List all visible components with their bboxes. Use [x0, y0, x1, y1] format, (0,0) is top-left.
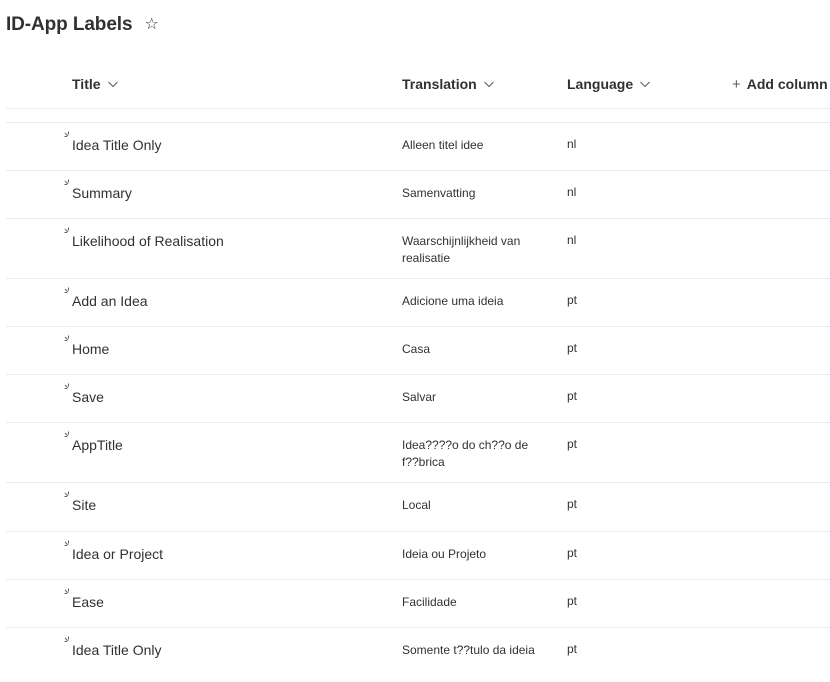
row-translation: Casa: [402, 342, 431, 356]
table-row[interactable]: AppTitle Idea????o do ch??o de f??brica pt: [6, 423, 830, 483]
row-title[interactable]: Add an Idea: [72, 293, 148, 309]
column-header-translation[interactable]: Translation: [402, 60, 495, 108]
row-translation: Waarschijnlijkheid van realisatie: [402, 234, 521, 265]
table-row[interactable]: Summary Samenvatting nl: [6, 171, 830, 219]
table-row[interactable]: Idea or Project Ideia ou Projeto pt: [6, 532, 830, 580]
table-row[interactable]: Site Local pt: [6, 483, 830, 532]
table-row[interactable]: Likelihood of Realisation Waarschijnlijkh…: [6, 219, 830, 279]
row-translation: Salvar: [402, 390, 437, 404]
row-title[interactable]: Save: [72, 389, 104, 405]
row-title[interactable]: AppTitle: [72, 437, 123, 453]
row-translation: Samenvatting: [402, 186, 476, 200]
row-language: pt: [567, 389, 578, 403]
column-header-language-label: Language: [567, 76, 634, 92]
row-language: pt: [567, 546, 578, 560]
row-language: nl: [567, 137, 577, 151]
row-language: pt: [567, 437, 578, 451]
row-title[interactable]: Home: [72, 341, 109, 357]
list-page: ID-App Labels ☆ Title Translation Langua…: [0, 0, 830, 682]
table-row[interactable]: Idea Title Only Somente t??tulo da ideia p…: [6, 628, 830, 682]
column-header-row: Title Translation Language + Add column: [6, 60, 830, 109]
table-row[interactable]: Add an Idea Adicione uma ideia pt: [6, 279, 830, 327]
row-translation: Local: [402, 498, 431, 512]
plus-icon: +: [732, 75, 741, 93]
chevron-down-icon: [107, 81, 118, 88]
row-language: pt: [567, 293, 578, 307]
row-translation: Somente t??tulo da ideia: [402, 643, 535, 657]
row-language: pt: [567, 594, 578, 608]
row-title[interactable]: Idea or Project: [72, 546, 163, 562]
column-header-title[interactable]: Title: [72, 60, 119, 108]
row-translation: Adicione uma ideia: [402, 294, 504, 308]
table-row[interactable]: Idea Title Only Alleen titel idee nl: [6, 123, 830, 171]
column-header-title-label: Title: [72, 76, 101, 92]
add-column-button[interactable]: + Add column: [732, 60, 828, 108]
row-translation: Alleen titel idee: [402, 138, 484, 152]
column-header-translation-label: Translation: [402, 76, 477, 92]
row-translation: Idea????o do ch??o de f??brica: [402, 438, 529, 469]
row-language: nl: [567, 233, 577, 247]
row-title[interactable]: Likelihood of Realisation: [72, 233, 224, 249]
add-column-label: Add column: [746, 76, 828, 92]
row-language: pt: [567, 341, 578, 355]
row-language: pt: [567, 642, 578, 656]
star-icon[interactable]: ☆: [144, 17, 158, 33]
page-title: ID-App Labels: [6, 14, 133, 35]
row-title[interactable]: Idea Title Only: [72, 642, 162, 658]
chevron-down-icon: [483, 81, 494, 88]
row-title[interactable]: Site: [72, 497, 96, 513]
column-header-language[interactable]: Language: [567, 60, 651, 108]
chevron-down-icon: [640, 81, 651, 88]
list-rows: Idea Title Only Alleen titel idee nl Summar…: [6, 122, 830, 682]
table-row[interactable]: Save Salvar pt: [6, 375, 830, 423]
row-title[interactable]: Summary: [72, 185, 132, 201]
row-title[interactable]: Ease: [72, 594, 104, 610]
row-title[interactable]: Idea Title Only: [72, 137, 162, 153]
row-translation: Ideia ou Projeto: [402, 547, 487, 561]
list-header: ID-App Labels ☆: [6, 12, 159, 38]
row-language: nl: [567, 185, 577, 199]
table-row[interactable]: Ease Facilidade pt: [6, 580, 830, 628]
row-language: pt: [567, 497, 578, 511]
table-row[interactable]: Home Casa pt: [6, 327, 830, 375]
row-translation: Facilidade: [402, 595, 457, 609]
